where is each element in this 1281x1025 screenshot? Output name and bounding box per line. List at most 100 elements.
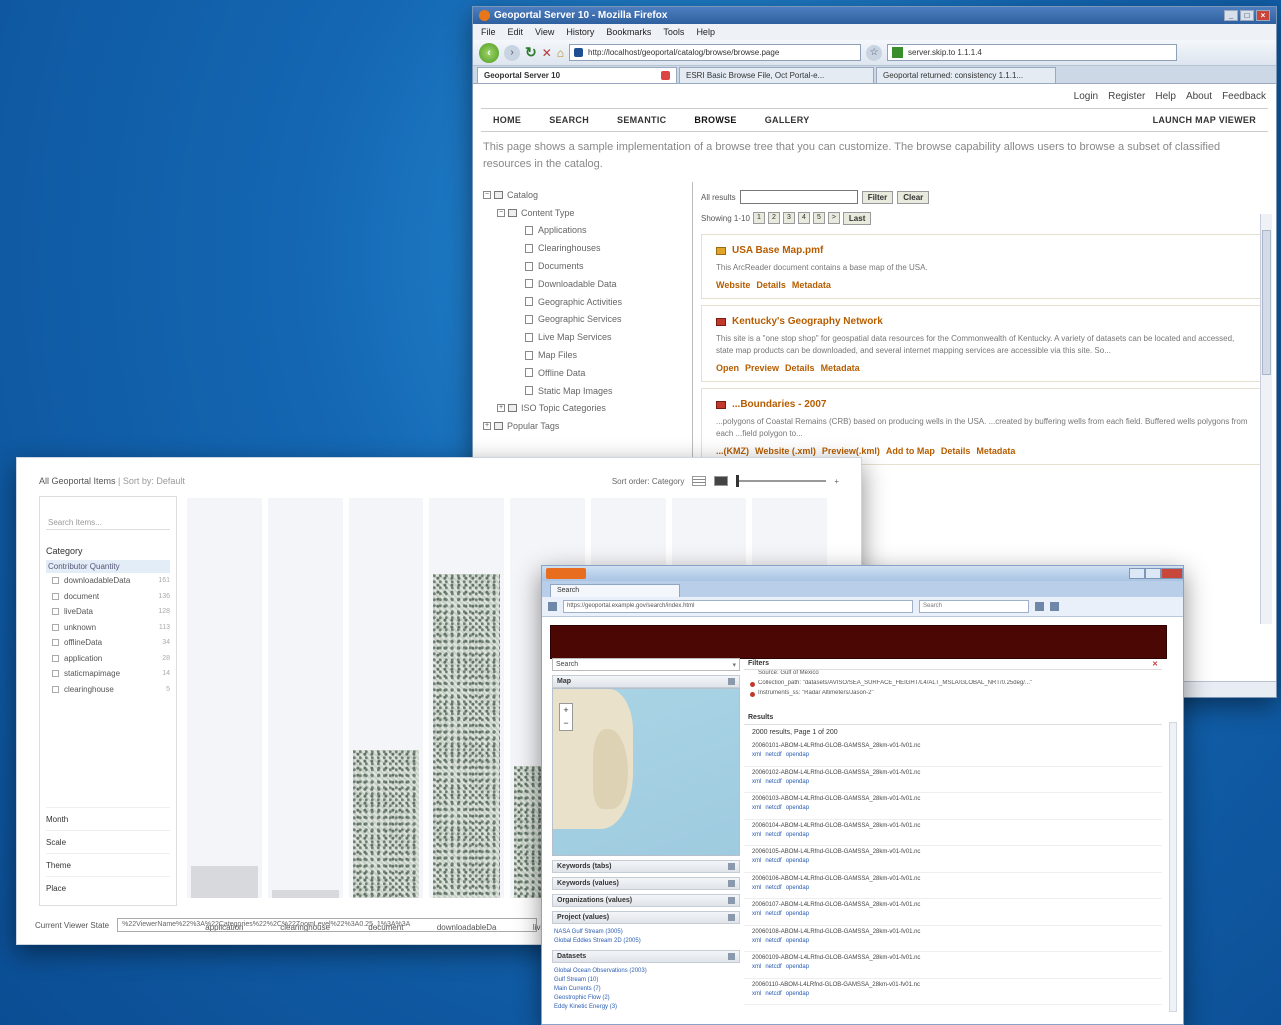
page-button[interactable]: 2 [767,212,780,224]
checkbox[interactable] [52,577,59,585]
result-link[interactable]: netcdf [765,752,781,758]
filter-button[interactable]: Filter [861,190,894,204]
search-box[interactable]: Search ▾ [552,658,740,671]
item-stack[interactable] [433,574,500,898]
expand-icon[interactable] [728,863,735,870]
grid-view-icon[interactable] [714,476,729,486]
record-link[interactable]: Details [785,363,815,373]
checkbox[interactable] [52,639,59,647]
result-filename[interactable]: 20060102-ABOM-L4LRfnd-GLOB-GAMSSA_28km-v… [752,769,1154,778]
result-link[interactable]: netcdf [765,911,781,917]
tree-node-item[interactable]: Downloadable Data [479,275,692,293]
close-icon[interactable]: ✕ [1152,660,1158,668]
menu-item[interactable]: Tools [663,27,684,37]
record-link[interactable]: Website (.xml) [755,446,816,456]
nav-gallery[interactable]: GALLERY [765,115,810,125]
expand-icon[interactable] [728,880,735,887]
result-filename[interactable]: 20060103-ABOM-L4LRfnd-GLOB-GAMSSA_28km-v… [752,795,1154,804]
checkbox[interactable] [52,685,59,693]
record-title-text[interactable]: ...Boundaries - 2007 [732,399,826,410]
result-item[interactable]: 20060108-ABOM-L4LRfnd-GLOB-GAMSSA_28km-v… [744,926,1162,952]
result-link[interactable]: opendap [786,805,809,811]
result-item[interactable]: 20060105-ABOM-L4LRfnd-GLOB-GAMSSA_28km-v… [744,846,1162,873]
reload-icon[interactable]: ↻ [525,44,537,61]
result-link[interactable]: netcdf [765,964,781,970]
tab-geoportal[interactable]: Geoportal Server 10 [477,67,677,83]
checkbox[interactable] [52,670,59,678]
facet-category-heading[interactable]: Category [46,546,170,556]
record-link[interactable]: Open [716,363,739,373]
result-link[interactable]: xml [752,779,761,785]
facet-search-input[interactable]: Search Items... [46,515,170,530]
map-zoom-control[interactable]: + − [559,703,573,731]
facet-item[interactable]: offlineData 34 [52,635,170,651]
maximize-button[interactable] [1145,568,1161,579]
result-link[interactable]: xml [752,858,761,864]
list-view-icon[interactable] [692,476,707,486]
result-filename[interactable]: 20060104-ABOM-L4LRfnd-GLOB-GAMSSA_28km-v… [752,822,1154,831]
record-link[interactable]: Metadata [792,280,831,290]
stop-icon[interactable]: ✕ [542,46,552,60]
filter-line[interactable]: Instruments_ss: "Radar Altimeters/Jason-… [744,690,1162,700]
record-title[interactable]: ...Boundaries - 2007 [716,399,1251,410]
expand-icon[interactable]: − [497,208,505,217]
nav-search[interactable]: SEARCH [549,115,589,125]
facet-item[interactable]: clearinghouse 5 [52,682,170,698]
result-link[interactable]: opendap [786,752,809,758]
facet-group[interactable]: Place [46,876,170,899]
tree-node-content-type[interactable]: − Content Type [479,204,692,222]
tree-node-item[interactable]: Map Files [479,346,692,364]
result-link[interactable]: opendap [786,911,809,917]
tree-node-iso[interactable]: + ISO Topic Categories [479,400,692,418]
chevron-down-icon[interactable]: ▾ [732,661,736,669]
record-link[interactable]: Preview(.kml) [822,446,880,456]
menu-item[interactable]: History [566,27,594,37]
page-button[interactable]: 4 [797,212,810,224]
last-page-button[interactable]: Last [842,211,872,225]
result-item[interactable]: 20060109-ABOM-L4LRfnd-GLOB-GAMSSA_28km-v… [744,952,1162,979]
filter-input[interactable] [739,190,858,204]
zoom-in-icon[interactable]: + [834,477,839,486]
tree-node-item[interactable]: Clearinghouses [479,239,692,257]
result-filename[interactable]: 20060106-ABOM-L4LRfnd-GLOB-GAMSSA_28km-v… [752,875,1154,884]
back-icon[interactable] [548,602,557,611]
facet-panel-header[interactable]: Keywords (tabs) [552,860,740,873]
collapse-icon[interactable] [728,678,735,685]
result-filename[interactable]: 20060105-ABOM-L4LRfnd-GLOB-GAMSSA_28km-v… [752,848,1154,857]
map-view[interactable]: + − [552,688,740,856]
result-link[interactable]: opendap [786,938,809,944]
result-filename[interactable]: 20060107-ABOM-L4LRfnd-GLOB-GAMSSA_28km-v… [752,901,1154,910]
menu-item[interactable]: View [535,27,554,37]
record-link[interactable]: Details [756,280,786,290]
datasets-panel-header[interactable]: Datasets [552,950,740,963]
result-link[interactable]: netcdf [765,938,781,944]
result-link[interactable]: netcdf [765,779,781,785]
facet-item[interactable]: document 136 [52,589,170,605]
result-filename[interactable]: 20060101-ABOM-L4LRfnd-GLOB-GAMSSA_28km-v… [752,742,1154,751]
maximize-button[interactable]: □ [1240,10,1254,21]
facet-group[interactable]: Theme [46,853,170,876]
facet-item[interactable]: liveData 128 [52,604,170,620]
minimize-button[interactable] [1129,568,1145,579]
menu-item[interactable]: Edit [508,27,524,37]
viewer-state-field[interactable]: %22ViewerName%22%3A%22Categories%22%2C%2… [117,918,538,932]
close-button[interactable]: × [1256,10,1270,21]
project-link[interactable]: NASA Gulf Stream (3005) [554,928,740,937]
facet-group[interactable]: Month [46,807,170,830]
facet-item[interactable]: unknown 113 [52,620,170,636]
launch-map-viewer-link[interactable]: LAUNCH MAP VIEWER [1153,115,1256,125]
result-link[interactable]: netcdf [765,991,781,997]
nav-home[interactable]: HOME [493,115,521,125]
results-scrollbar[interactable] [1169,722,1177,1012]
page-button[interactable]: 1 [752,212,765,224]
result-item[interactable]: 20060102-ABOM-L4LRfnd-GLOB-GAMSSA_28km-v… [744,767,1162,793]
expand-icon[interactable]: + [483,422,491,431]
record-title[interactable]: Kentucky's Geography Network [716,316,1251,327]
back-button[interactable]: ‹ [479,42,499,63]
page-button[interactable]: > [827,212,840,224]
result-link[interactable]: xml [752,752,761,758]
tree-node-item[interactable]: Documents [479,257,692,275]
category-column[interactable]: application [187,498,262,932]
page-button[interactable]: 3 [782,212,795,224]
result-link[interactable]: xml [752,805,761,811]
